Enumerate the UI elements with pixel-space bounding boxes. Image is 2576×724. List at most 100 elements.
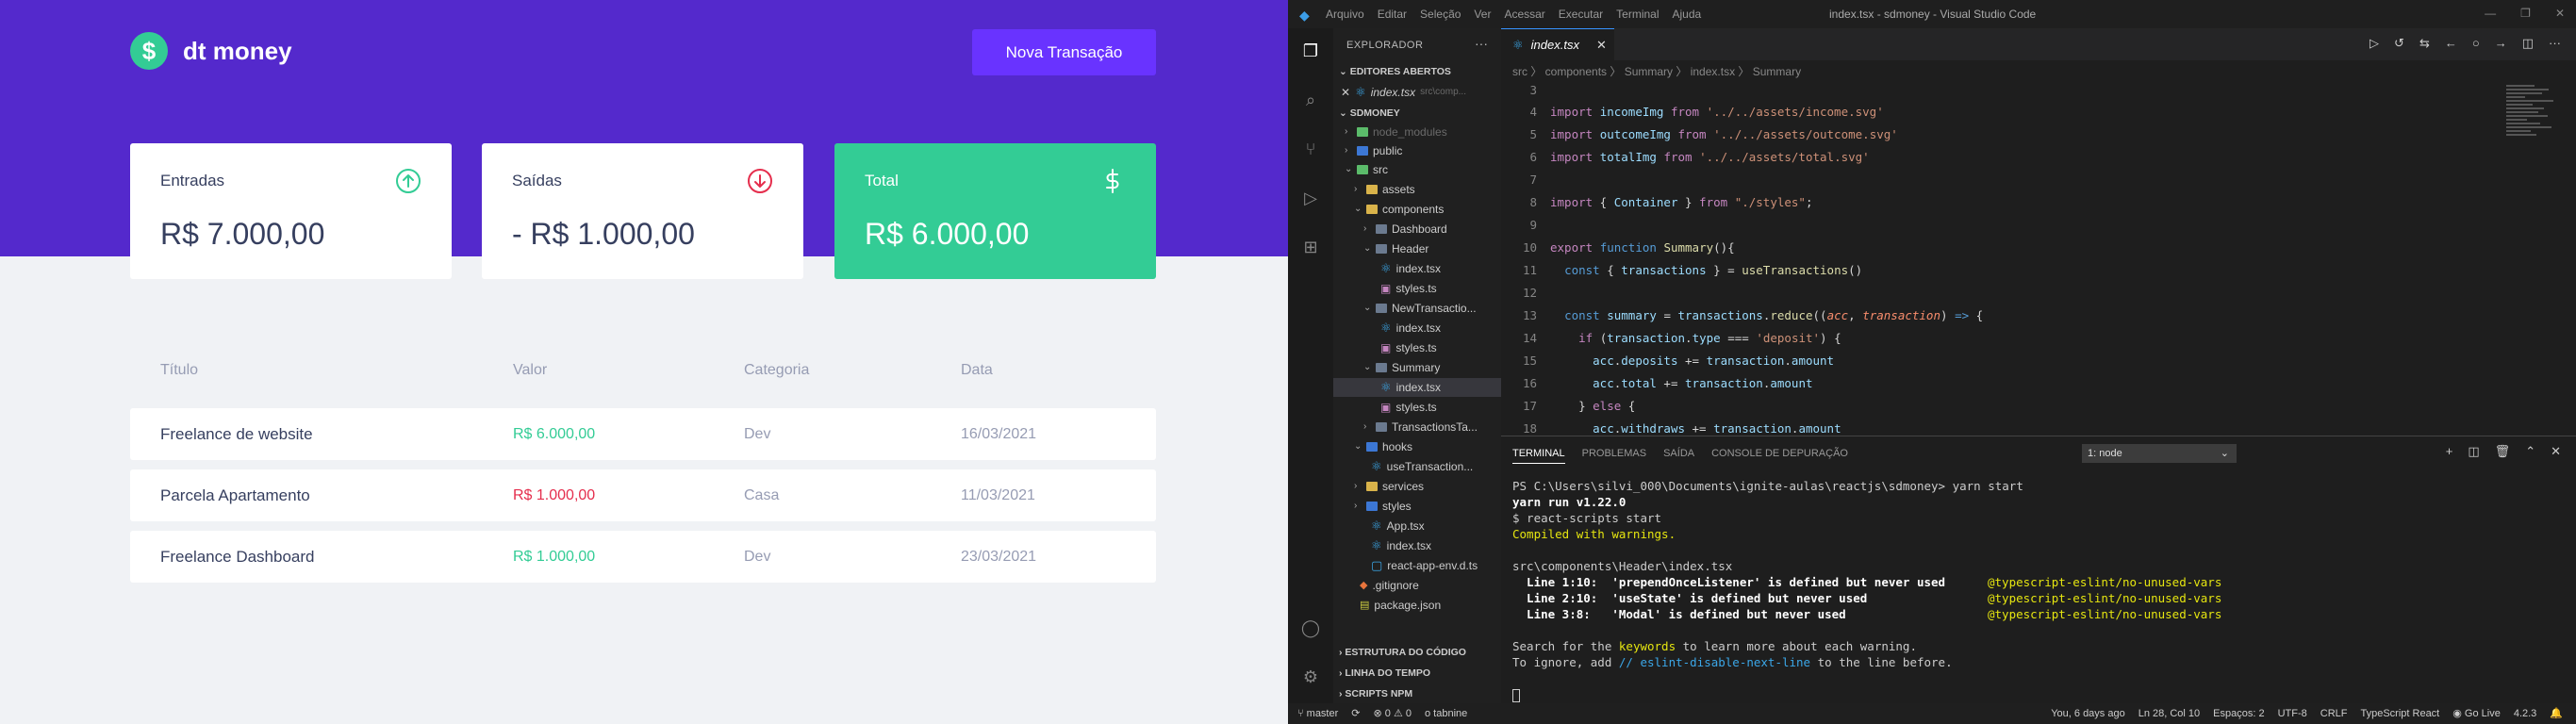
logo: $ dt money xyxy=(130,32,292,70)
tree-header-index[interactable]: ⚛ index.tsx xyxy=(1380,259,1441,278)
menu-go[interactable]: Acessar xyxy=(1504,8,1544,21)
tree-components[interactable]: ⌄ components xyxy=(1354,200,1444,219)
terminal-output[interactable]: PS C:\Users\silvi_000\Documents\ignite-a… xyxy=(1512,478,2221,702)
branch-indicator[interactable]: ⑂ master xyxy=(1297,703,1338,724)
account-icon[interactable]: ◯ xyxy=(1299,617,1322,639)
menu-help[interactable]: Ajuda xyxy=(1673,8,1702,21)
tree-summary-styles[interactable]: ▣ styles.ts xyxy=(1380,398,1437,417)
maximize-panel-icon[interactable]: ⌃ xyxy=(2525,444,2535,459)
column-title: Título xyxy=(160,362,199,378)
add-terminal-icon[interactable]: + xyxy=(2446,444,2453,459)
sync-icon[interactable]: ⟳ xyxy=(1351,703,1360,724)
new-transaction-button[interactable]: Nova Transação xyxy=(972,29,1156,75)
tab-index-tsx[interactable]: ⚛ index.tsx ✕ xyxy=(1501,28,1614,60)
tree-dashboard[interactable]: › Dashboard xyxy=(1363,220,1447,239)
split-editor-icon[interactable]: ◫ xyxy=(2522,36,2534,51)
code-line: const { transactions } = useTransactions… xyxy=(1564,263,1863,277)
close-icon[interactable]: ✕ xyxy=(1341,83,1350,102)
tree-new-transaction[interactable]: ⌄ NewTransactio... xyxy=(1363,299,1477,318)
prev-change-icon[interactable]: ← xyxy=(2445,36,2457,51)
tree-assets[interactable]: › assets xyxy=(1354,180,1415,199)
code-editor[interactable]: 3 4 5 6 7 8 9 10 11 12 13 14 15 16 17 18… xyxy=(1501,83,2576,436)
tree-node-modules[interactable]: › node_modules xyxy=(1345,123,1447,141)
code-line: } else { xyxy=(1550,399,1636,413)
go-live-button[interactable]: ◉ Go Live xyxy=(2452,703,2501,724)
menu-file[interactable]: Arquivo xyxy=(1326,8,1364,21)
tree-src-index[interactable]: ⚛ index.tsx xyxy=(1371,536,1431,555)
run-debug-icon[interactable]: ▷ xyxy=(1299,187,1322,209)
git-blame[interactable]: You, 6 days ago xyxy=(2051,703,2125,724)
explorer-icon[interactable]: ❐ xyxy=(1299,40,1322,62)
tabnine-indicator[interactable]: o tabnine xyxy=(1425,703,1467,724)
menu-selection[interactable]: Seleção xyxy=(1420,8,1461,21)
compare-icon[interactable]: ⇆ xyxy=(2419,36,2430,51)
tree-summary[interactable]: ⌄ Summary xyxy=(1363,358,1440,377)
tree-header-styles[interactable]: ▣ styles.ts xyxy=(1380,279,1437,298)
close-panel-icon[interactable]: ✕ xyxy=(2551,444,2561,459)
tree-header[interactable]: ⌄ Header xyxy=(1363,239,1428,258)
menu-view[interactable]: Ver xyxy=(1474,8,1491,21)
tab-problems[interactable]: PROBLEMAS xyxy=(1582,448,1646,464)
problems-indicator[interactable]: ⊗ 0 ⚠ 0 xyxy=(1374,703,1412,724)
search-icon[interactable]: ⌕ xyxy=(1299,89,1322,111)
tab-output[interactable]: SAÍDA xyxy=(1663,448,1694,464)
tab-terminal[interactable]: TERMINAL xyxy=(1512,448,1565,464)
tree-nt-styles[interactable]: ▣ styles.ts xyxy=(1380,338,1437,357)
timeline-section[interactable]: › LINHA DO TEMPO xyxy=(1339,667,1430,679)
column-date: Data xyxy=(961,362,993,378)
more-icon[interactable]: ··· xyxy=(2549,36,2561,51)
terminal-select[interactable]: 1: node ⌄ xyxy=(2082,444,2237,463)
menu-terminal[interactable]: Terminal xyxy=(1616,8,1659,21)
maximize-icon[interactable]: ❐ xyxy=(2520,7,2531,20)
dot-icon[interactable]: ○ xyxy=(2472,36,2480,51)
history-icon[interactable]: ↺ xyxy=(2394,36,2404,51)
menu-edit[interactable]: Editar xyxy=(1378,8,1407,21)
project-root[interactable]: ⌄ SDMONEY xyxy=(1339,107,1400,119)
next-change-icon[interactable]: → xyxy=(2495,36,2507,51)
trash-icon[interactable]: 🗑 xyxy=(2495,444,2511,459)
gear-icon[interactable]: ⚙ xyxy=(1299,666,1322,688)
folder-icon xyxy=(1366,482,1378,491)
tree-react-app-env[interactable]: ▢ react-app-env.d.ts xyxy=(1371,556,1478,575)
close-window-icon[interactable]: ✕ xyxy=(2555,7,2565,20)
tree-hooks[interactable]: ⌄ hooks xyxy=(1354,437,1412,456)
menu-run[interactable]: Executar xyxy=(1559,8,1603,21)
breadcrumb[interactable]: src 〉 components 〉 Summary 〉 index.tsx 〉… xyxy=(1501,60,2576,83)
line-ending[interactable]: CRLF xyxy=(2320,703,2348,724)
encoding[interactable]: UTF-8 xyxy=(2278,703,2307,724)
outline-section[interactable]: › ESTRUTURA DO CÓDIGO xyxy=(1339,647,1466,658)
tree-transactions-table[interactable]: › TransactionsTa... xyxy=(1363,418,1478,436)
close-tab-icon[interactable]: ✕ xyxy=(1596,38,1607,53)
open-editors-section[interactable]: ⌄ EDITORES ABERTOS xyxy=(1339,66,1451,77)
ts-version[interactable]: 4.2.3 xyxy=(2514,703,2536,724)
tab-debug-console[interactable]: CONSOLE DE DEPURAÇÃO xyxy=(1711,448,1848,464)
open-editor-item[interactable]: ✕ ⚛ index.tsx src\comp... xyxy=(1341,83,1466,102)
more-actions-icon[interactable]: ··· xyxy=(1475,36,1488,51)
styles-file-icon: ▣ xyxy=(1380,282,1392,295)
source-control-icon[interactable]: ⑂ xyxy=(1299,138,1322,160)
tree-gitignore[interactable]: ◆ .gitignore xyxy=(1360,576,1419,595)
tree-use-transactions[interactable]: ⚛ useTransaction... xyxy=(1371,457,1473,476)
extensions-icon[interactable]: ⊞ xyxy=(1299,236,1322,258)
panel-tabs: TERMINAL PROBLEMAS SAÍDA CONSOLE DE DEPU… xyxy=(1512,448,1848,464)
minimap[interactable] xyxy=(2506,83,2563,187)
tree-services[interactable]: › services xyxy=(1354,477,1424,496)
split-terminal-icon[interactable]: ◫ xyxy=(2468,444,2479,459)
table-row: Freelance de website R$ 6.000,00 Dev 16/… xyxy=(130,408,1156,460)
tree-nt-index[interactable]: ⚛ index.tsx xyxy=(1380,319,1441,337)
npm-scripts-section[interactable]: › SCRIPTS NPM xyxy=(1339,688,1412,699)
notifications-icon[interactable]: 🔔 xyxy=(2550,703,2563,724)
json-file-icon: ▤ xyxy=(1360,600,1370,611)
tree-summary-index[interactable]: ⚛ index.tsx xyxy=(1333,378,1501,397)
tree-public[interactable]: › public xyxy=(1345,141,1402,160)
tree-styles[interactable]: › styles xyxy=(1354,497,1412,516)
minimize-icon[interactable]: — xyxy=(2485,7,2496,20)
indentation[interactable]: Espaços: 2 xyxy=(2213,703,2264,724)
tree-app-tsx[interactable]: ⚛ App.tsx xyxy=(1371,517,1425,535)
run-icon[interactable]: ▷ xyxy=(2370,36,2379,51)
language-mode[interactable]: TypeScript React xyxy=(2360,703,2439,724)
cursor-position[interactable]: Ln 28, Col 10 xyxy=(2138,703,2200,724)
tree-src[interactable]: ⌄ src xyxy=(1345,160,1388,179)
tree-package-json[interactable]: ▤ package.json xyxy=(1360,596,1441,615)
editor-actions: ▷ ↺ ⇆ ← ○ → ◫ ··· xyxy=(2370,36,2561,51)
